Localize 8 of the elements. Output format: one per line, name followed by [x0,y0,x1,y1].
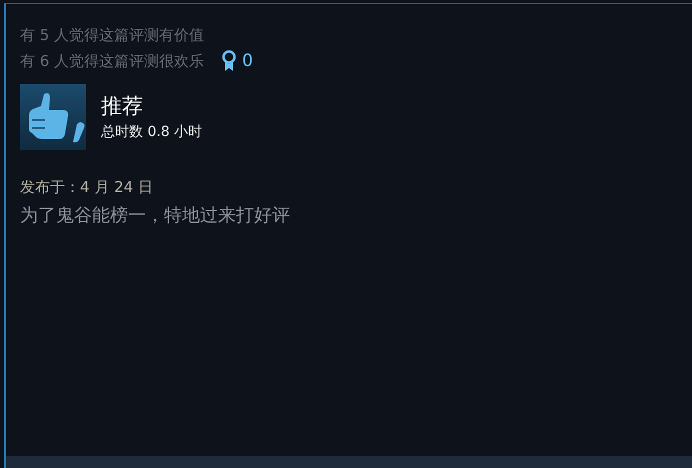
vote-summary: 有 5 人觉得这篇评测有价值 [20,25,204,46]
award-count: 0 [242,51,253,71]
vote-summary: 有 6 人觉得这篇评测很欢乐 [20,51,204,72]
verdict: 推荐 [101,93,144,119]
playtime: 总时数 0.8 小时 [101,123,202,141]
review-text: 为了鬼谷能榜一，特地过来打好评 [20,204,291,227]
award-ribbon-icon[interactable] [222,50,236,72]
posted-date: 发布于：4 月 24 日 [20,178,154,197]
